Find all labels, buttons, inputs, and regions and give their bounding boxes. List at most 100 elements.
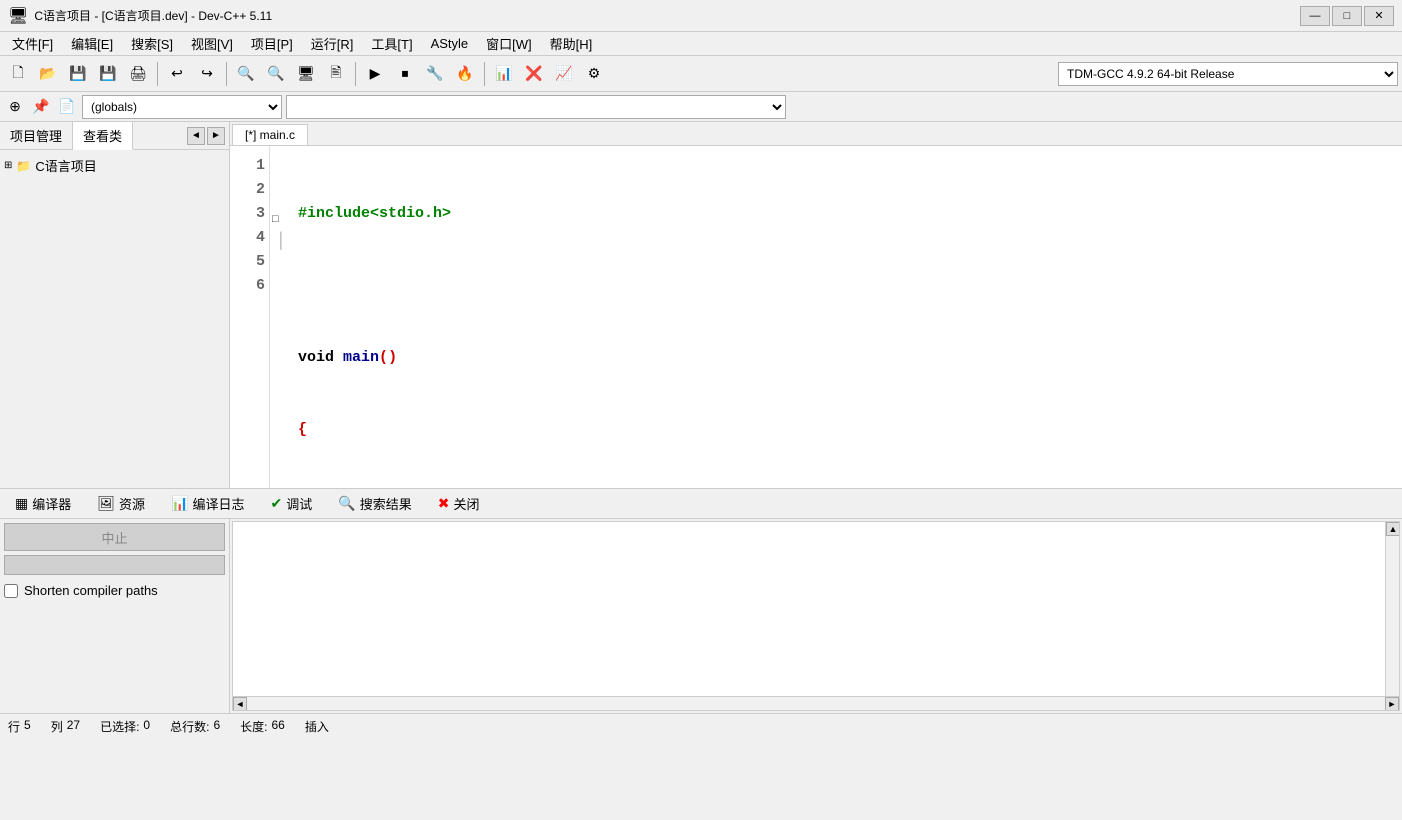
globals-select[interactable]: (globals) [82,95,282,119]
side-tab-class[interactable]: 查看类 [73,122,133,150]
menu-astyle[interactable]: AStyle [423,34,477,53]
tb2-btn1[interactable]: ⊕ [4,96,26,118]
compiler-tab-icon: ▦ [15,495,28,512]
stop-button[interactable]: 中止 [4,523,225,551]
tb-debug[interactable]: 🔧 [421,60,449,88]
tb-chart[interactable]: 📊 [490,60,518,88]
main-area: 项目管理 查看类 ◄ ► ⊞ 📁 C语言项目 [*] main.c 1 2 3 [0,122,1402,488]
row-label: 行 [8,718,20,735]
tb-open[interactable]: 📂 [34,60,62,88]
side-tree: ⊞ 📁 C语言项目 [0,150,229,488]
side-nav-next[interactable]: ► [207,127,225,145]
shorten-checkbox[interactable] [4,584,18,598]
bottom-tab-compiler[interactable]: ▦ 编译器 [4,490,82,517]
tb-undo[interactable]: ↩ [163,60,191,88]
shorten-paths-container: Shorten compiler paths [4,583,225,598]
line-num-1: 1 [238,154,265,178]
menu-project[interactable]: 项目[P] [243,32,301,55]
folder-icon: 📁 [16,159,31,173]
bottom-tab-resources[interactable]: 🖼 资源 [86,490,156,517]
menu-file[interactable]: 文件[F] [4,32,61,55]
shorten-label: Shorten compiler paths [24,583,158,598]
scroll-right-arrow[interactable]: ► [1385,697,1399,711]
title-bar-left: 🖥 C语言项目 - [C语言项目.dev] - Dev-C++ 5.11 [8,6,272,26]
tree-root[interactable]: ⊞ 📁 C语言项目 [4,154,225,177]
toolbar2: ⊕ 📌 📄 (globals) [0,92,1402,122]
tb-run[interactable]: ▶ [361,60,389,88]
progress-bar [4,555,225,575]
minimize-button[interactable]: — [1300,6,1330,26]
sep4 [484,62,485,86]
marker-6 [272,255,286,274]
close-tab-icon: ✖ [438,495,450,512]
bottom-tab-search[interactable]: 🔍 搜索结果 [327,490,422,517]
tb-breakpoint[interactable]: 🔥 [451,60,479,88]
status-mode: 插入 [305,718,329,735]
tb-find[interactable]: 🔍 [232,60,260,88]
tb-compile-run[interactable]: 🖹 [322,60,350,88]
len-value: 66 [271,718,284,735]
menu-search[interactable]: 搜索[S] [123,32,181,55]
scroll-left-arrow[interactable]: ◄ [233,697,247,711]
tb-replace[interactable]: 🔍 [262,60,290,88]
code-line-2 [298,274,1402,298]
editor-tab-main[interactable]: [*] main.c [232,124,308,145]
menu-run[interactable]: 运行[R] [303,32,362,55]
sep1 [157,62,158,86]
line-num-5: 5 [238,250,265,274]
bottom-tab-debug[interactable]: ✔ 调试 [260,490,324,517]
code-content[interactable]: #include<stdio.h> void main() { printf("… [288,146,1402,488]
tb-options[interactable]: 📈 [550,60,578,88]
code-editor[interactable]: 1 2 3 4 5 6 □ │ #include<stdio.h> void m… [230,146,1402,488]
include-keyword: #include<stdio.h> [298,205,451,222]
menu-view[interactable]: 视图[V] [183,32,241,55]
marker-4: □ [272,212,286,230]
tb-save[interactable]: 💾 [64,60,92,88]
status-lines: 总行数: 6 [170,718,220,735]
bottom-scrollbar-h[interactable]: ◄ ► [233,696,1399,710]
maximize-button[interactable]: □ [1332,6,1362,26]
lines-value: 6 [213,718,220,735]
bottom-left: 中止 Shorten compiler paths [0,519,230,713]
brace-open: { [298,421,307,438]
side-nav-prev[interactable]: ◄ [187,127,205,145]
tb-print[interactable]: 🖨 [124,60,152,88]
bottom-right-panel[interactable]: ▲ ▼ ◄ ► [232,521,1400,711]
title-bar-title: C语言项目 - [C语言项目.dev] - Dev-C++ 5.11 [34,7,272,24]
tb-new[interactable]: 🗋 [4,60,32,88]
menu-window[interactable]: 窗口[W] [478,32,540,55]
bottom-scrollbar-v[interactable]: ▲ ▼ [1385,522,1399,710]
side-tab-project[interactable]: 项目管理 [0,122,73,149]
code-line-1: #include<stdio.h> [298,202,1402,226]
status-len: 长度: 66 [240,718,285,735]
tb2-btn2[interactable]: 📌 [30,96,52,118]
tb-save-all[interactable]: 💾 [94,60,122,88]
title-bar-controls: — □ ✕ [1300,6,1394,26]
side-panel: 项目管理 查看类 ◄ ► ⊞ 📁 C语言项目 [0,122,230,488]
tb2-btn3[interactable]: 📄 [56,96,78,118]
resources-tab-icon: 🖼 [97,495,115,512]
tb-settings[interactable]: ⚙ [580,60,608,88]
menu-tools[interactable]: 工具[T] [363,32,420,55]
scroll-track-v[interactable] [1386,536,1399,696]
status-sel: 已选择: 0 [100,718,150,735]
scroll-up-arrow[interactable]: ▲ [1386,522,1400,536]
search-tab-label: 搜索结果 [360,494,412,513]
bottom-tab-close[interactable]: ✖ 关闭 [427,490,491,517]
compile-log-tab-label: 编译日志 [192,494,244,513]
tb-redo[interactable]: ↪ [193,60,221,88]
class-select[interactable] [286,95,786,119]
line-num-4: 4 [238,226,265,250]
menu-edit[interactable]: 编辑[E] [63,32,121,55]
bottom-tab-compile-log[interactable]: 📊 编译日志 [160,490,255,517]
tb-close[interactable]: ❌ [520,60,548,88]
menu-help[interactable]: 帮助[H] [542,32,601,55]
tb-stop[interactable]: ⏹ [391,60,419,88]
close-button[interactable]: ✕ [1364,6,1394,26]
status-row: 行 5 [8,718,31,735]
compiler-tab-label: 编译器 [32,494,71,513]
compiler-select[interactable]: TDM-GCC 4.9.2 64-bit Release [1058,62,1398,86]
tree-expand-icon: ⊞ [4,160,12,171]
compile-log-tab-icon: 📊 [171,495,188,512]
tb-compile[interactable]: 🖥 [292,60,320,88]
